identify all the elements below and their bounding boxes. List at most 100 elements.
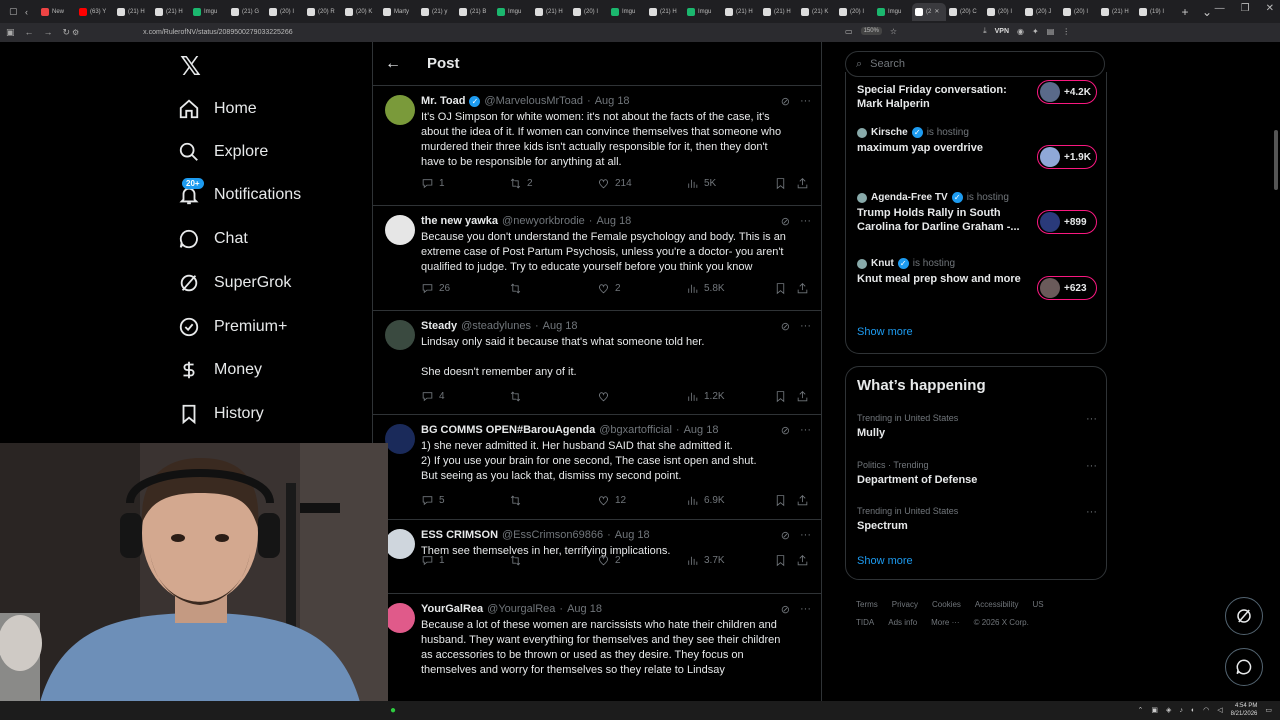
- author-name[interactable]: the new yawka: [421, 215, 498, 227]
- browser-tab[interactable]: (21) H: [722, 3, 760, 21]
- browser-tab[interactable]: (21) B: [456, 3, 494, 21]
- listener-count-pill[interactable]: +1.9K: [1037, 145, 1097, 169]
- tweet-date[interactable]: Aug 18: [567, 603, 602, 615]
- grok-icon[interactable]: ⊘: [781, 215, 790, 228]
- menu-icon[interactable]: ⋮: [1062, 27, 1070, 36]
- author-handle[interactable]: @EssCrimson69866: [502, 529, 603, 541]
- messages-button[interactable]: [1225, 648, 1263, 686]
- star-icon[interactable]: ☆: [890, 27, 897, 36]
- tweet-date[interactable]: Aug 18: [615, 529, 650, 541]
- avatar[interactable]: [385, 95, 415, 125]
- browser-tab[interactable]: (20) C: [946, 3, 984, 21]
- reply-button[interactable]: 5: [421, 494, 445, 507]
- listener-count-pill[interactable]: +4.2K: [1037, 80, 1097, 104]
- live-space-item[interactable]: Agenda-Free TV ✓ is hosting Trump Holds Ral…: [857, 192, 1097, 234]
- browser-tab[interactable]: Imgu: [684, 3, 722, 21]
- author-name[interactable]: BG COMMS OPEN#BarouAgenda: [421, 424, 595, 436]
- reload-icon[interactable]: ↻: [63, 27, 71, 38]
- tweet-date[interactable]: Aug 18: [543, 320, 578, 332]
- browser-tab[interactable]: (21) H: [646, 3, 684, 21]
- sidebar-item-chat[interactable]: Chat: [178, 224, 248, 254]
- browser-tab[interactable]: Imgu: [874, 3, 912, 21]
- notifications-icon[interactable]: ▭: [1265, 706, 1272, 714]
- live-space-item[interactable]: Knut ✓ is hosting Knut meal prep show and m…: [857, 258, 1097, 300]
- bookmark-button[interactable]: [774, 282, 787, 295]
- extension-icon[interactable]: ✦: [1032, 27, 1039, 36]
- listener-count-pill[interactable]: +623: [1037, 276, 1097, 300]
- forward-icon[interactable]: →: [44, 27, 53, 38]
- browser-tab-active[interactable]: (2 ✕: [912, 2, 946, 21]
- trend-item[interactable]: Trending in United States Spectrum ···: [857, 506, 1097, 532]
- author-handle[interactable]: @newyorkbrodie: [502, 215, 585, 227]
- tweet-date[interactable]: Aug 18: [684, 424, 719, 436]
- browser-tab[interactable]: Imgu: [190, 3, 228, 21]
- grok-icon[interactable]: ⊘: [781, 424, 790, 437]
- sidebar-item-supergrok[interactable]: SuperGrok: [178, 268, 291, 298]
- account-icon[interactable]: ◉: [1017, 27, 1024, 36]
- browser-tab[interactable]: (20) I: [570, 3, 608, 21]
- like-button[interactable]: 214: [597, 177, 632, 190]
- views-button[interactable]: 1.2K: [686, 390, 725, 403]
- share-button[interactable]: [796, 390, 809, 403]
- sidebar-item-home[interactable]: Home: [178, 94, 257, 124]
- show-more-link[interactable]: Show more: [857, 326, 913, 338]
- new-tab-button[interactable]: +: [1174, 5, 1196, 19]
- footer-link[interactable]: Terms: [856, 600, 878, 609]
- reply-tweet[interactable]: ESS CRIMSON @EssCrimson69866 · Aug 18 ⊘ ··· Th…: [373, 520, 821, 594]
- avatar[interactable]: [385, 424, 415, 454]
- screen-icon[interactable]: ▭: [845, 27, 853, 36]
- author-handle[interactable]: @bgxartofficial: [599, 424, 672, 436]
- sidebar-item-history[interactable]: History: [178, 399, 264, 429]
- more-icon[interactable]: ···: [800, 95, 811, 108]
- views-button[interactable]: 3.7K: [686, 554, 725, 567]
- search-input[interactable]: ⌕ Search: [845, 51, 1105, 77]
- download-icon[interactable]: ⤓: [983, 26, 987, 36]
- tab-list-icon[interactable]: ‹: [22, 3, 38, 21]
- trend-item[interactable]: Trending in United States Mully ···: [857, 413, 1097, 439]
- tray-icon[interactable]: ▣: [1151, 706, 1158, 714]
- bookmark-button[interactable]: [774, 494, 787, 507]
- browser-tab[interactable]: (21) H: [152, 3, 190, 21]
- browser-tab[interactable]: (20) J: [1022, 3, 1060, 21]
- share-button[interactable]: [796, 554, 809, 567]
- like-button[interactable]: 2: [597, 282, 621, 295]
- grok-icon[interactable]: ⊘: [781, 603, 790, 616]
- tray-icon[interactable]: ◐: [1191, 707, 1195, 714]
- browser-tab[interactable]: (21) H: [114, 3, 152, 21]
- bookmark-button[interactable]: [774, 177, 787, 190]
- footer-link[interactable]: Accessibility: [975, 600, 1019, 609]
- listener-count-pill[interactable]: +899: [1037, 210, 1097, 234]
- author-name[interactable]: Mr. Toad: [421, 95, 465, 107]
- browser-tab[interactable]: (21) G: [228, 3, 266, 21]
- volume-icon[interactable]: ◁: [1217, 706, 1222, 714]
- wifi-icon[interactable]: ◠: [1203, 706, 1209, 714]
- repost-button[interactable]: [509, 390, 527, 403]
- back-icon[interactable]: ←: [25, 27, 34, 38]
- browser-tab[interactable]: (20) R: [304, 3, 342, 21]
- browser-tab[interactable]: Imgu: [608, 3, 646, 21]
- close-window-icon[interactable]: ✕: [1266, 3, 1274, 14]
- author-handle[interactable]: @YourgalRea: [487, 603, 555, 615]
- views-button[interactable]: 5.8K: [686, 282, 725, 295]
- share-button[interactable]: [796, 177, 809, 190]
- reply-tweet[interactable]: the new yawka @newyorkbrodie · Aug 18 ⊘ ··· Be…: [373, 206, 821, 311]
- reply-button[interactable]: 26: [421, 282, 450, 295]
- maximize-icon[interactable]: ❐: [1241, 3, 1250, 14]
- grok-icon[interactable]: ⊘: [781, 95, 790, 108]
- reply-tweet[interactable]: Mr. Toad ✓ @MarvelousMrToad · Aug 18 ⊘ ··· It's…: [373, 86, 821, 206]
- browser-tab[interactable]: New: [38, 3, 76, 21]
- browser-tab[interactable]: (21) H: [1098, 3, 1136, 21]
- reply-tweet[interactable]: YourGalRea @YourgalRea · Aug 18 ⊘ ··· Because …: [373, 594, 821, 702]
- tab-actions-icon[interactable]: ▢: [6, 3, 22, 21]
- reply-button[interactable]: 1: [421, 554, 445, 567]
- avatar[interactable]: [385, 320, 415, 350]
- live-space-item[interactable]: Special Friday conversation: Mark Halper…: [857, 80, 1097, 111]
- sidebar-toggle-icon[interactable]: ▣: [6, 27, 15, 38]
- vpn-badge[interactable]: VPN: [995, 28, 1009, 35]
- author-name[interactable]: ESS CRIMSON: [421, 529, 498, 541]
- reply-tweet[interactable]: Steady @steadylunes · Aug 18 ⊘ ··· Lindsay onl…: [373, 311, 821, 415]
- avatar[interactable]: [385, 215, 415, 245]
- more-icon[interactable]: ···: [800, 424, 811, 437]
- repost-button[interactable]: [509, 554, 527, 567]
- bookmark-button[interactable]: [774, 554, 787, 567]
